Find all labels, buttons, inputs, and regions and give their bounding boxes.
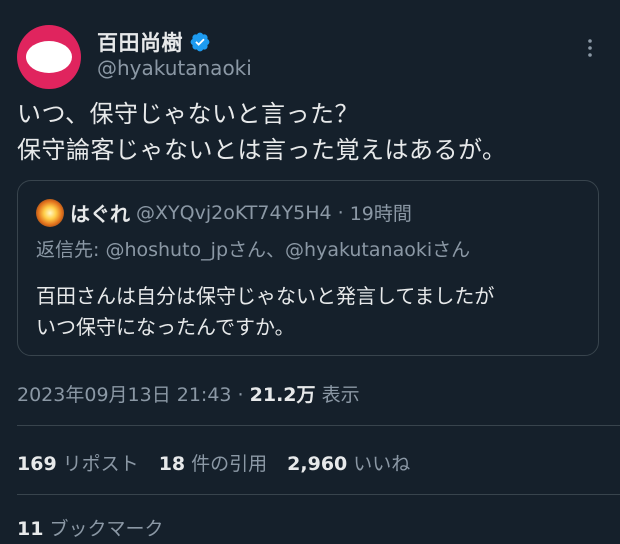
- divider: [17, 494, 620, 495]
- reply-to-line: 返信先: @hoshuto_jpさん、@hyakutanaokiさん: [36, 235, 470, 262]
- divider: [17, 425, 620, 426]
- more-options-icon[interactable]: [578, 36, 602, 60]
- bookmarks-label: ブックマーク: [49, 518, 164, 540]
- quoted-text-line: 百田さんは自分は保守じゃないと発言してましたが: [36, 284, 495, 308]
- likes-count: 2,960: [287, 453, 348, 475]
- tweet-text-line: 保守論客じゃないとは言った覚えはあるが。: [17, 136, 507, 164]
- quotes-stat[interactable]: 18 件の引用: [159, 449, 267, 476]
- likes-label: いいね: [353, 453, 411, 475]
- author-name[interactable]: 百田尚樹: [97, 27, 183, 57]
- quoted-tweet-header: はぐれ @XYQvj2oKT74Y5H4 · 19時間: [36, 198, 412, 227]
- reply-mention-hyakutanaoki: @hyakutanaoki: [285, 239, 433, 261]
- author-name-row: 百田尚樹: [97, 27, 211, 57]
- avatar-logo: [26, 41, 72, 73]
- views-label: 表示: [315, 384, 360, 406]
- reposts-count: 169: [17, 453, 57, 475]
- tweet-text-line: いつ、保守じゃないと言った？: [17, 100, 360, 128]
- views-count: 21.2万: [249, 384, 316, 406]
- likes-stat[interactable]: 2,960 いいね: [287, 449, 410, 476]
- quoted-text-line: いつ保守になったんですか。: [36, 315, 295, 339]
- bookmarks-stat[interactable]: 11 ブックマーク: [17, 514, 163, 541]
- verified-badge-icon: [190, 32, 210, 52]
- reposts-stat[interactable]: 169 リポスト: [17, 449, 139, 476]
- tweet-text: いつ、保守じゃないと言った？ 保守論客じゃないとは言った覚えはあるが。: [17, 96, 607, 168]
- quoted-author-handle: @XYQvj2oKT74Y5H4: [136, 201, 332, 224]
- engagement-stats: 169 リポスト 18 件の引用 2,960 いいね: [17, 449, 410, 476]
- quoted-author-avatar: [36, 198, 64, 227]
- separator-dot: ·: [337, 201, 344, 224]
- author-avatar[interactable]: [17, 25, 81, 89]
- tweet-detail: 百田尚樹 @hyakutanaoki いつ、保守じゃないと言った？ 保守論客じゃ…: [0, 0, 620, 544]
- author-handle[interactable]: @hyakutanaoki: [97, 56, 252, 80]
- bookmarks-count: 11: [17, 518, 44, 540]
- tweet-meta: 2023年09月13日 21:43 · 21.2万 表示: [17, 380, 360, 407]
- reply-separator: さん、: [228, 239, 286, 261]
- quoted-tweet-time: 19時間: [349, 203, 412, 225]
- tweet-timestamp[interactable]: 2023年09月13日 21:43: [17, 384, 232, 406]
- reposts-label: リポスト: [62, 453, 139, 475]
- quoted-tweet-card[interactable]: はぐれ @XYQvj2oKT74Y5H4 · 19時間 返信先: @hoshut…: [17, 180, 599, 356]
- reply-suffix: さん: [432, 239, 471, 261]
- quoted-tweet-text: 百田さんは自分は保守じゃないと発言してましたが いつ保守になったんですか。: [36, 281, 586, 343]
- quotes-count: 18: [158, 453, 186, 475]
- quotes-label: 件の引用: [191, 453, 268, 475]
- reply-mention-hoshuto: @hoshuto_jp: [105, 239, 229, 261]
- meta-separator: ·: [231, 384, 250, 406]
- reply-prefix: 返信先:: [36, 239, 106, 261]
- quoted-author-name: はぐれ: [70, 202, 130, 226]
